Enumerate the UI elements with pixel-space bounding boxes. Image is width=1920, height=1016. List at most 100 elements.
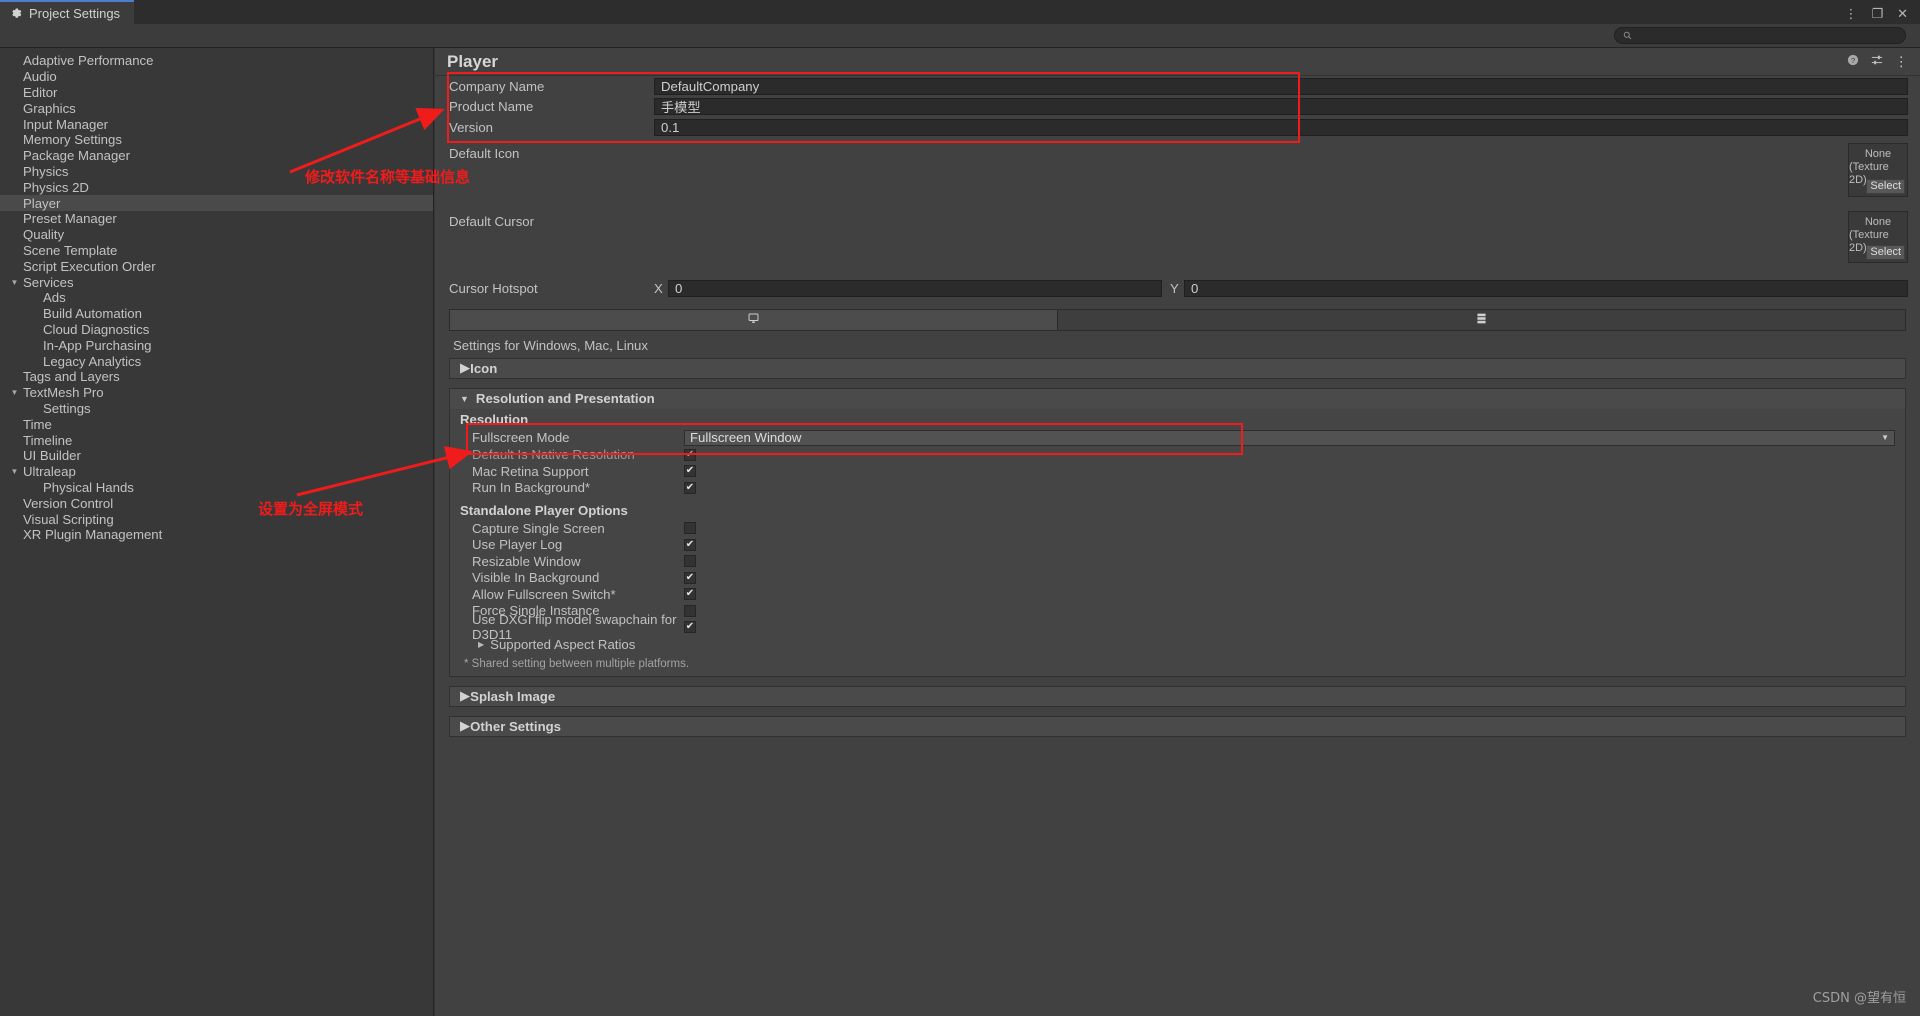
cursor-hotspot-x-input[interactable]: 0 [668,279,1162,297]
chevron-down-icon[interactable]: ▼ [8,278,21,287]
sidebar-item-label: Quality [23,227,65,243]
checkbox-label: Visible In Background [472,570,600,586]
default-cursor-object-field[interactable]: None (Texture 2D) Select [1848,210,1908,263]
sidebar-item-preset-manager[interactable]: Preset Manager [0,211,433,227]
sidebar-item-label: Settings [43,400,91,416]
checkbox-row-use-dxgi-flip-model-swapchain-for-d3d11[interactable]: Use DXGI flip model swapchain for D3D11 [450,612,1905,642]
checkbox-row-use-player-log[interactable]: Use Player Log [450,537,1905,554]
sidebar-item-label: Player [23,195,61,211]
checkbox-row-resizable-window[interactable]: Resizable Window [450,553,1905,570]
sidebar-item-visual-scripting[interactable]: Visual Scripting [0,511,433,527]
checkbox[interactable] [684,588,696,601]
sidebar-item-label: Timeline [23,432,73,448]
sidebar-item-build-automation[interactable]: Build Automation [0,306,433,322]
tab-project-settings[interactable]: Project Settings [0,0,135,24]
platform-tab-server[interactable] [1058,310,1905,330]
sidebar-item-package-manager[interactable]: Package Manager [0,148,433,164]
company-name-input[interactable]: DefaultCompany [654,77,1908,95]
checkbox-row-default-is-native-resolution[interactable]: Default Is Native Resolution [450,447,1905,464]
field-company-name[interactable]: Company Name DefaultCompany [435,76,1920,97]
checkbox[interactable] [684,571,696,584]
row-fullscreen-mode[interactable]: Fullscreen Mode Fullscreen Window ▼ [450,429,1905,447]
checkbox-row-capture-single-screen[interactable]: Capture Single Screen [450,520,1905,537]
product-name-input[interactable]: 手模型 [654,98,1908,116]
field-version[interactable]: Version 0.1 [435,117,1920,138]
row-default-cursor: Default Cursor None (Texture 2D) Select [435,210,1920,263]
section-icon[interactable]: ▶ Icon [449,357,1906,379]
section-label: Icon [470,360,498,376]
field-product-name[interactable]: Product Name 手模型 [435,97,1920,118]
sidebar-item-label: Input Manager [23,116,109,132]
sidebar-item-in-app-purchasing[interactable]: In-App Purchasing [0,337,433,353]
sidebar-item-player[interactable]: Player [0,195,433,211]
sidebar-item-audio[interactable]: Audio [0,69,433,85]
sidebar-item-settings[interactable]: Settings [0,401,433,417]
fullscreen-mode-dropdown[interactable]: Fullscreen Window ▼ [684,429,1895,446]
sidebar-item-physical-hands[interactable]: Physical Hands [0,480,433,496]
maximize-icon[interactable]: ❐ [1871,7,1883,20]
checkbox[interactable] [684,621,696,634]
section-resolution-and-presentation[interactable]: ▼ Resolution and Presentation [449,387,1906,409]
sidebar-item-time[interactable]: Time [0,416,433,432]
sidebar-item-adaptive-performance[interactable]: Adaptive Performance [0,53,433,69]
platform-tab-strip [449,308,1906,331]
section-other-settings[interactable]: ▶ Other Settings [449,715,1906,737]
field-label: Version [449,119,493,135]
checkbox[interactable] [684,604,696,617]
more-vertical-icon[interactable]: ⋮ [1895,54,1909,70]
checkbox[interactable] [684,555,696,568]
preset-icon[interactable] [1871,54,1883,69]
sidebar-item-label: In-App Purchasing [43,337,152,353]
sidebar-item-version-control[interactable]: Version Control [0,495,433,511]
section-resolution-body: Resolution Fullscreen Mode Fullscreen Wi… [449,408,1906,677]
sidebar-item-services[interactable]: ▼ Services [0,274,433,290]
object-name: None [1864,147,1892,160]
checkbox[interactable] [684,448,696,461]
more-vertical-icon[interactable]: ⋮ [1844,7,1857,20]
select-button[interactable]: Select [1866,244,1905,260]
sidebar-item-ultraleap[interactable]: ▼ Ultraleap [0,464,433,480]
help-icon[interactable]: ? [1847,54,1859,69]
sidebar-item-editor[interactable]: Editor [0,85,433,101]
checkbox-row-allow-fullscreen-switch-[interactable]: Allow Fullscreen Switch* [450,586,1905,603]
sidebar-item-textmesh-pro[interactable]: ▼ TextMesh Pro [0,385,433,401]
sidebar-item-cloud-diagnostics[interactable]: Cloud Diagnostics [0,322,433,338]
sidebar-item-memory-settings[interactable]: Memory Settings [0,132,433,148]
shared-setting-footnote: * Shared setting between multiple platfo… [464,657,690,670]
select-button[interactable]: Select [1866,178,1905,194]
sidebar-item-quality[interactable]: Quality [0,227,433,243]
version-input[interactable]: 0.1 [654,118,1908,136]
sidebar-item-ads[interactable]: Ads [0,290,433,306]
sidebar-item-graphics[interactable]: Graphics [0,100,433,116]
sidebar-item-label: Ultraleap [23,464,76,480]
sidebar-item-scene-template[interactable]: Scene Template [0,243,433,259]
chevron-down-icon[interactable]: ▼ [8,467,21,476]
search-input[interactable] [1614,27,1906,44]
checkbox-row-run-in-background-[interactable]: Run In Background* [450,480,1905,497]
cursor-hotspot-y-input[interactable]: 0 [1184,279,1908,297]
watermark: CSDN @望有恒 [1812,991,1906,1006]
sidebar-item-script-execution-order[interactable]: Script Execution Order [0,258,433,274]
checkbox-row-mac-retina-support[interactable]: Mac Retina Support [450,463,1905,480]
sidebar-item-label: Adaptive Performance [23,53,154,69]
checkbox[interactable] [684,465,696,478]
section-splash-image[interactable]: ▶ Splash Image [449,685,1906,707]
checkbox-row-visible-in-background[interactable]: Visible In Background [450,570,1905,587]
checkbox[interactable] [684,522,696,535]
checkbox[interactable] [684,538,696,551]
checkbox[interactable] [684,481,696,494]
sidebar-item-timeline[interactable]: Timeline [0,432,433,448]
fullscreen-mode-label: Fullscreen Mode [472,430,570,445]
sidebar-item-ui-builder[interactable]: UI Builder [0,448,433,464]
sidebar-item-label: Cloud Diagnostics [43,321,150,337]
platform-tab-desktop[interactable] [450,309,1058,330]
sidebar-item-tags-and-layers[interactable]: Tags and Layers [0,369,433,385]
sidebar-item-input-manager[interactable]: Input Manager [0,116,433,132]
desktop-icon [747,312,760,328]
close-icon[interactable]: ✕ [1897,7,1908,20]
chevron-down-icon[interactable]: ▼ [8,388,21,397]
settings-sidebar[interactable]: Adaptive Performance Audio Editor Graphics I… [0,48,434,1016]
sidebar-item-xr-plugin-management[interactable]: XR Plugin Management [0,527,433,543]
sidebar-item-legacy-analytics[interactable]: Legacy Analytics [0,353,433,369]
default-icon-object-field[interactable]: None (Texture 2D) Select [1848,142,1908,197]
